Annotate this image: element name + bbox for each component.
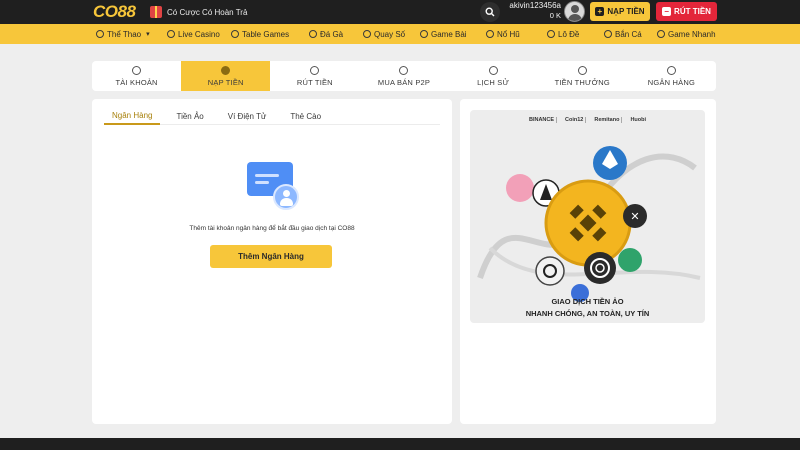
withdraw-button[interactable]: − RÚT TIỀN: [656, 2, 717, 21]
plus-icon: +: [595, 7, 605, 16]
green-coin-icon: [618, 248, 642, 272]
nav-label: Thể Thao: [107, 29, 142, 39]
nav-item-fishing[interactable]: Bắn Cá: [604, 24, 642, 44]
deposit-icon: [221, 65, 231, 75]
tab-bank[interactable]: NGÂN HÀNG: [627, 61, 716, 91]
tab-p2p[interactable]: MUA BÁN P2P: [359, 61, 448, 91]
nav-item-slots[interactable]: Nổ Hũ: [486, 24, 520, 44]
nav-item-live-casino[interactable]: Live Casino: [167, 24, 220, 44]
partner-logos: BINANCE Coin12 Remitano Huobi: [470, 117, 705, 123]
partner-binance: BINANCE: [527, 117, 558, 123]
tab-label: TÀI KHOẢN: [115, 77, 158, 87]
bank-card-illustration: [247, 162, 303, 214]
partner-coin12: Coin12: [563, 117, 587, 123]
nav-item-lotto[interactable]: Lô Đề: [547, 24, 579, 44]
deposit-button[interactable]: + NẠP TIỀN: [590, 2, 650, 21]
svg-text:✕: ✕: [630, 211, 639, 223]
swirl-coin-icon: [584, 252, 616, 284]
nav-label: Nổ Hũ: [497, 29, 520, 39]
cards-icon: [420, 30, 428, 38]
account-tabs: TÀI KHOẢN NẠP TIỀN RÚT TIỀN MUA BÁN P2P …: [92, 61, 716, 91]
nav-label: Live Casino: [178, 29, 220, 39]
partner-huobi: Huobi: [630, 117, 647, 123]
banner-caption: GIAO DỊCH TIỀN ẢO NHANH CHÓNG, AN TOÀN, …: [470, 296, 705, 320]
tab-label: NẠP TIỀN: [207, 77, 244, 87]
bank-icon: [666, 65, 676, 75]
withdraw-button-label: RÚT TIỀN: [674, 7, 711, 16]
nav-label: Table Games: [242, 29, 290, 39]
crypto-coins-illustration: ✕: [477, 146, 701, 302]
empty-state-message: Thêm tài khoản ngân hàng để bắt đầu giao…: [189, 225, 355, 232]
partner-remitano: Remitano: [592, 117, 623, 123]
history-icon: [488, 65, 498, 75]
account-icon: [132, 65, 142, 75]
p2p-icon: [399, 65, 409, 75]
user-info: akivin123456a 0 K: [503, 1, 561, 23]
crypto-banner[interactable]: BINANCE Coin12 Remitano Huobi ✕ GIAO DỊC…: [470, 110, 705, 323]
tab-crypto[interactable]: Tiền Ảo: [168, 107, 211, 125]
nav-item-quick-game[interactable]: Game Nhanh: [657, 24, 716, 44]
minus-icon: −: [662, 7, 672, 16]
table-games-icon: [231, 30, 239, 38]
tab-bonus[interactable]: TIỀN THƯỞNG: [538, 61, 627, 91]
tab-label: LỊCH SỬ: [477, 77, 510, 87]
nav-item-sports[interactable]: Thể Thao ▾: [96, 24, 150, 44]
gift-icon: [150, 6, 162, 18]
withdraw-icon: [310, 65, 320, 75]
chevron-down-icon: ▾: [146, 31, 150, 38]
top-bar: CO88 Có Cược Có Hoàn Trả akivin123456a 0…: [0, 0, 800, 24]
tab-label: TIỀN THƯỞNG: [554, 77, 610, 87]
tab-withdraw[interactable]: RÚT TIỀN: [270, 61, 359, 91]
user-icon: [273, 184, 299, 210]
tab-e-wallet[interactable]: Ví Điện Tử: [220, 107, 275, 125]
deposit-method-tabs: Ngân Hàng Tiền Ảo Ví Điện Tử Thẻ Cào: [104, 107, 440, 125]
promo-panel: BINANCE Coin12 Remitano Huobi ✕ GIAO DỊC…: [460, 99, 716, 424]
nav-item-card-games[interactable]: Game Bài: [420, 24, 467, 44]
tab-history[interactable]: LỊCH SỬ: [449, 61, 538, 91]
username: akivin123456a: [509, 1, 561, 10]
nav-item-cockfight[interactable]: Đá Gà: [309, 24, 343, 44]
quick-game-icon: [657, 30, 665, 38]
sports-icon: [96, 30, 104, 38]
slots-icon: [486, 30, 494, 38]
tab-deposit[interactable]: NẠP TIỀN: [181, 61, 271, 91]
search-button[interactable]: [480, 2, 500, 22]
nav-label: Game Nhanh: [668, 29, 716, 39]
search-icon: [485, 7, 495, 17]
q-coin-icon: [535, 256, 565, 286]
deposit-button-label: NẠP TIỀN: [607, 7, 645, 16]
tab-bank-transfer[interactable]: Ngân Hàng: [104, 107, 161, 125]
banner-caption-line2: NHANH CHÓNG, AN TOÀN, UY TÍN: [525, 309, 650, 318]
nav-label: Lô Đề: [558, 29, 580, 39]
main-nav: Thể Thao ▾ Live Casino Table Games Đá Gà…: [0, 24, 800, 44]
balance: 0 K: [549, 11, 561, 20]
promo-text: Có Cược Có Hoàn Trả: [167, 7, 248, 17]
logo[interactable]: CO88: [93, 2, 136, 21]
nav-label: Game Bài: [431, 29, 467, 39]
nav-label: Bắn Cá: [615, 29, 642, 39]
tab-label: NGÂN HÀNG: [647, 77, 696, 87]
nav-label: Đá Gà: [320, 29, 344, 39]
casino-icon: [167, 30, 175, 38]
nav-item-lottery-wheel[interactable]: Quay Số: [363, 24, 405, 44]
pink-coin-icon: [506, 174, 534, 202]
banner-caption-line1: GIAO DỊCH TIỀN ẢO: [551, 297, 624, 306]
tab-label: RÚT TIỀN: [296, 77, 333, 87]
bonus-icon: [577, 65, 587, 75]
nav-label: Quay Số: [374, 29, 406, 39]
fishing-icon: [604, 30, 612, 38]
deposit-panel: Ngân Hàng Tiền Ảo Ví Điện Tử Thẻ Cào Thê…: [92, 99, 452, 424]
promo-banner[interactable]: Có Cược Có Hoàn Trả: [150, 3, 247, 21]
lottery-wheel-icon: [363, 30, 371, 38]
tab-label: MUA BÁN P2P: [377, 77, 431, 87]
avatar[interactable]: [564, 1, 585, 22]
add-bank-button[interactable]: Thêm Ngân Hàng: [210, 245, 332, 268]
lotto-icon: [547, 30, 555, 38]
footer-bar: [0, 438, 800, 450]
cockfight-icon: [309, 30, 317, 38]
tab-account[interactable]: TÀI KHOẢN: [92, 61, 181, 91]
nav-item-table-games[interactable]: Table Games: [231, 24, 289, 44]
tab-scratch-card[interactable]: Thẻ Cào: [282, 107, 329, 125]
